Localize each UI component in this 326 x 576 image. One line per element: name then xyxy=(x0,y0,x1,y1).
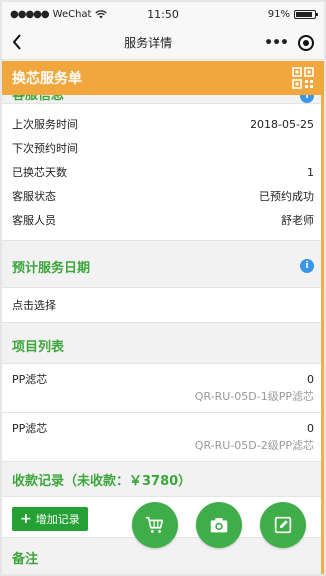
date-picker-placeholder[interactable]: 点击选择 xyxy=(12,297,56,313)
navigation-bar: 服务详情 ••• xyxy=(2,26,324,60)
more-button[interactable]: ••• xyxy=(264,35,289,51)
chevron-left-icon xyxy=(12,33,21,50)
plus-icon: + xyxy=(20,511,32,527)
project-list-block: PP滤芯 0 QR-RU-05D-1级PP滤芯 PP滤芯 0 QR-RU-05D… xyxy=(2,363,324,462)
list-item[interactable]: PP滤芯 0 QR-RU-05D-1级PP滤芯 xyxy=(2,364,324,413)
info-icon[interactable]: i xyxy=(300,259,314,273)
row-service-staff: 客服人员 舒老师 xyxy=(2,208,324,232)
item-qty: 0 xyxy=(307,372,314,386)
row-last-service-time: 上次服务时间 2018-05-25 xyxy=(2,112,324,136)
section-title-text: 项目列表 xyxy=(12,339,65,355)
section-title-text: 备注 xyxy=(12,551,39,567)
qr-code-icon[interactable] xyxy=(292,67,314,89)
edit-fab-button[interactable] xyxy=(260,502,306,548)
row-value: 2018-05-25 xyxy=(250,117,314,131)
row-next-appointment-time: 下次预约时间 xyxy=(2,136,324,160)
section-project-list: 项目列表 xyxy=(2,323,324,363)
right-accent-edge xyxy=(321,95,324,574)
battery-group: 91% xyxy=(196,8,318,20)
carrier-label: WeChat xyxy=(52,8,92,20)
item-name: PP滤芯 xyxy=(12,422,48,435)
row-label: 已换芯天数 xyxy=(12,166,67,179)
close-mini-program-button[interactable] xyxy=(298,34,314,51)
battery-percent: 91% xyxy=(267,8,290,20)
row-days-replaced: 已换芯天数 1 xyxy=(2,160,324,184)
edit-icon xyxy=(274,516,292,534)
item-code: QR-RU-05D-2级PP滤芯 xyxy=(194,439,314,452)
wifi-icon xyxy=(95,9,108,18)
section-title-text: 收款记录（未收款：￥3780） xyxy=(12,473,192,489)
section-collection-records: 收款记录（未收款：￥3780） xyxy=(2,462,324,496)
battery-icon xyxy=(294,9,318,19)
section-customer-service: 客服信息 i xyxy=(2,95,324,103)
signal-dots-icon: ●●●●● xyxy=(10,8,50,20)
mini-program-capsule: ••• xyxy=(264,34,324,51)
camera-fab-button[interactable] xyxy=(196,502,242,548)
add-record-label: 增加记录 xyxy=(35,513,80,526)
clock: 11:50 xyxy=(147,7,179,21)
status-bar: ●●●●● WeChat 11:50 91% xyxy=(2,2,324,26)
row-value: 舒老师 xyxy=(281,214,314,227)
date-picker[interactable]: 点击选择 xyxy=(2,288,324,322)
row-value: 已预约成功 xyxy=(259,190,314,203)
order-title: 换芯服务单 xyxy=(12,71,82,87)
carrier-group: ●●●●● WeChat xyxy=(10,9,130,20)
back-button[interactable] xyxy=(2,31,32,55)
list-item[interactable]: PP滤芯 0 QR-RU-05D-2级PP滤芯 xyxy=(2,413,324,462)
section-planned-date: 预计服务日期 i xyxy=(2,241,324,287)
cart-fab-button[interactable] xyxy=(132,502,178,548)
item-name: PP滤芯 xyxy=(12,373,48,386)
row-label: 客服状态 xyxy=(12,190,56,203)
row-label: 上次服务时间 xyxy=(12,118,78,131)
item-code: QR-RU-05D-1级PP滤芯 xyxy=(194,390,314,403)
phone-frame: ●●●●● WeChat 11:50 91% 服务详情 ••• 换芯服务单 客服… xyxy=(0,0,326,576)
info-icon[interactable]: i xyxy=(300,95,314,103)
section-title-text: 客服信息 xyxy=(12,95,65,103)
row-value: 1 xyxy=(307,165,314,179)
camera-icon xyxy=(210,518,228,533)
item-qty: 0 xyxy=(307,421,314,435)
cart-icon xyxy=(145,516,164,533)
customer-service-block: 上次服务时间 2018-05-25 下次预约时间 已换芯天数 1 客服状态 已预… xyxy=(2,103,324,241)
add-record-button[interactable]: + 增加记录 xyxy=(12,507,88,531)
planned-date-block: 点击选择 xyxy=(2,287,324,323)
order-header: 换芯服务单 xyxy=(2,61,324,95)
row-service-status: 客服状态 已预约成功 xyxy=(2,184,324,208)
row-label: 下次预约时间 xyxy=(12,142,78,155)
page-title: 服务详情 xyxy=(124,36,173,50)
section-title-text: 预计服务日期 xyxy=(12,260,91,276)
row-label: 客服人员 xyxy=(12,214,56,227)
